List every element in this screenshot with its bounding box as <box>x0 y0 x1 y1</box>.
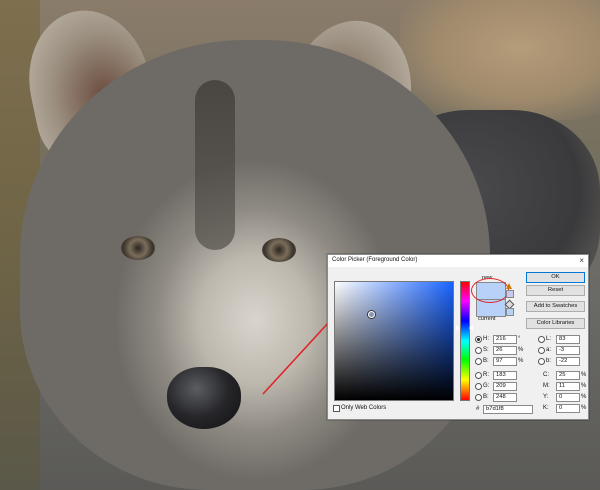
red-radio[interactable] <box>475 372 482 379</box>
brightness-unit: % <box>518 358 524 364</box>
green-input[interactable]: 209 <box>493 382 517 391</box>
wolf-right-eye <box>262 238 296 262</box>
black-unit: % <box>581 405 587 411</box>
lab-l-radio[interactable] <box>538 336 545 343</box>
wolf-forehead-stripe <box>195 80 235 250</box>
lab-b-input[interactable]: -22 <box>556 357 580 366</box>
lab-a-input[interactable]: -3 <box>556 346 580 355</box>
cyan-label: C: <box>543 372 549 378</box>
lab-b-label: b: <box>546 358 552 364</box>
saturation-input[interactable]: 26 <box>493 346 517 355</box>
brightness-label: B: <box>483 358 489 364</box>
blue-input[interactable]: 248 <box>493 393 517 402</box>
gamut-correction-swatch[interactable] <box>506 290 514 298</box>
field-marker[interactable] <box>368 311 375 318</box>
brightness-radio[interactable] <box>475 358 482 365</box>
lab-l-label: L: <box>546 336 552 342</box>
hue-radio[interactable] <box>475 336 482 343</box>
blue-label: B: <box>483 394 489 400</box>
ok-button[interactable]: OK <box>526 272 585 283</box>
yellow-label: Y: <box>543 394 549 400</box>
red-label: R: <box>483 372 489 378</box>
dialog-titlebar[interactable]: Color Picker (Foreground Color) × <box>328 255 588 267</box>
lab-l-input[interactable]: 83 <box>556 335 580 344</box>
close-icon[interactable]: × <box>579 256 584 265</box>
saturation-brightness-field[interactable] <box>334 281 454 401</box>
hue-label: H: <box>483 336 489 342</box>
hex-hash-label: # <box>476 406 480 412</box>
new-color-highlight-circle <box>471 278 509 303</box>
yellow-unit: % <box>581 394 587 400</box>
black-input[interactable]: 0 <box>556 404 580 413</box>
hex-input[interactable]: b7d1f8 <box>483 405 533 414</box>
lab-b-radio[interactable] <box>538 358 545 365</box>
magenta-label: M: <box>543 383 550 389</box>
green-label: G: <box>483 383 490 389</box>
color-libraries-button[interactable]: Color Libraries <box>526 318 585 329</box>
red-input[interactable]: 183 <box>493 371 517 380</box>
web-safe-correction-swatch[interactable] <box>506 308 514 316</box>
magenta-unit: % <box>581 383 587 389</box>
dialog-title: Color Picker (Foreground Color) <box>332 257 418 263</box>
only-web-colors-checkbox[interactable] <box>333 405 340 412</box>
out-of-gamut-warning-icon[interactable] <box>506 283 512 289</box>
black-label: K: <box>543 405 549 411</box>
lab-a-label: a: <box>546 347 552 353</box>
brightness-input[interactable]: 97 <box>493 357 517 366</box>
magenta-input[interactable]: 11 <box>556 382 580 391</box>
wolf-left-eye <box>121 236 155 260</box>
hue-slider-left-arrow[interactable] <box>456 325 460 331</box>
color-picker-dialog: Color Picker (Foreground Color) × new cu… <box>327 254 589 420</box>
current-color-label: current <box>478 316 496 322</box>
yellow-input[interactable]: 0 <box>556 393 580 402</box>
cyan-input[interactable]: 25 <box>556 371 580 380</box>
hue-input[interactable]: 216 <box>493 335 517 344</box>
saturation-label: S: <box>483 347 489 353</box>
lab-a-radio[interactable] <box>538 347 545 354</box>
blue-radio[interactable] <box>475 394 482 401</box>
hue-unit: ° <box>518 336 521 342</box>
hue-slider-right-arrow[interactable] <box>469 325 473 331</box>
hue-slider[interactable] <box>460 281 470 401</box>
green-radio[interactable] <box>475 383 482 390</box>
photo-background-right <box>400 0 600 120</box>
cyan-unit: % <box>581 372 587 378</box>
saturation-unit: % <box>518 347 524 353</box>
add-to-swatches-button[interactable]: Add to Swatches <box>526 301 585 312</box>
reset-button[interactable]: Reset <box>526 285 585 296</box>
only-web-colors-label: Only Web Colors <box>341 405 387 411</box>
wolf-nose <box>167 367 241 429</box>
saturation-radio[interactable] <box>475 347 482 354</box>
